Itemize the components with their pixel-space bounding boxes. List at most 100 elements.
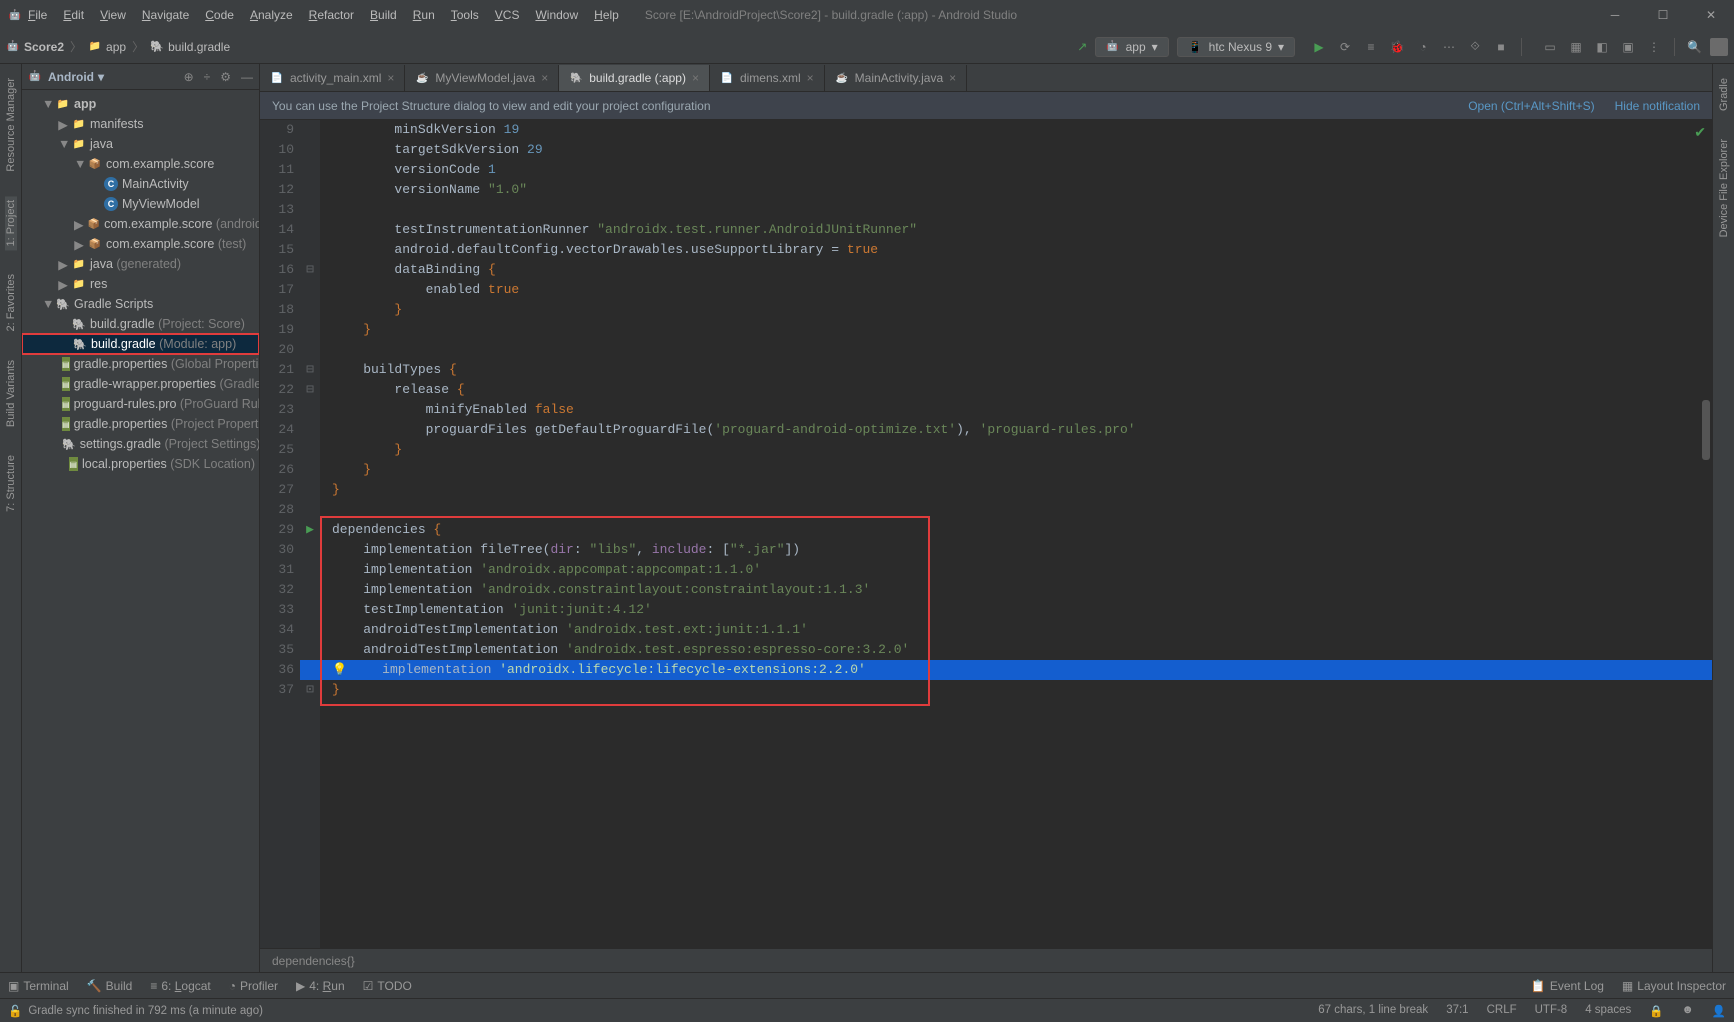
- close-tab-icon[interactable]: ×: [541, 71, 548, 85]
- run-config-select[interactable]: 🤖 app ▾: [1095, 37, 1169, 57]
- code-content[interactable]: implementation fileTree(dir: "libs", inc…: [320, 540, 1712, 560]
- fold-gutter[interactable]: ⊡: [300, 680, 320, 700]
- status-item[interactable]: UTF-8: [1535, 1004, 1568, 1018]
- more-icon[interactable]: ⋮: [1646, 39, 1662, 55]
- code-line-26[interactable]: 26 }: [260, 460, 1712, 480]
- tree-item-myviewmodel[interactable]: CMyViewModel: [22, 194, 259, 214]
- tree-item-gradle-properties[interactable]: ▤gradle.properties (Global Properties): [22, 354, 259, 374]
- code-line-23[interactable]: 23 minifyEnabled false: [260, 400, 1712, 420]
- bottom-tool-6-logcat[interactable]: ≡6: Logcat: [150, 979, 210, 993]
- bottom-tool-todo[interactable]: ☑TODO: [363, 979, 412, 993]
- code-line-10[interactable]: 10 targetSdkVersion 29: [260, 140, 1712, 160]
- settings-icon[interactable]: ⚙: [220, 70, 231, 84]
- tab-activity-main-xml[interactable]: 📄activity_main.xml×: [260, 65, 405, 91]
- breadcrumb[interactable]: 🤖 Score2 〉 📁 app 〉 🐘 build.gradle: [6, 38, 230, 55]
- tree-item-com-example-score[interactable]: ▶📦com.example.score (test): [22, 234, 259, 254]
- code-line-29[interactable]: 29▶dependencies {: [260, 520, 1712, 540]
- expand-arrow-icon[interactable]: ▶: [74, 217, 84, 232]
- bottom-tool-terminal[interactable]: ▣Terminal: [8, 979, 69, 993]
- menu-edit[interactable]: Edit: [57, 5, 90, 25]
- hide-notification-link[interactable]: Hide notification: [1615, 99, 1700, 113]
- expand-icon[interactable]: ÷: [204, 70, 211, 84]
- menu-vcs[interactable]: VCS: [489, 5, 526, 25]
- code-content[interactable]: minifyEnabled false: [320, 400, 1712, 420]
- tab-myviewmodel-java[interactable]: ☕MyViewModel.java×: [405, 65, 559, 91]
- tool-build-variants[interactable]: Build Variants: [5, 356, 17, 431]
- expand-arrow-icon[interactable]: ▼: [42, 97, 52, 111]
- fold-gutter[interactable]: ▶: [300, 520, 320, 540]
- expand-arrow-icon[interactable]: ▼: [58, 137, 68, 151]
- code-line-33[interactable]: 33 testImplementation 'junit:junit:4.12': [260, 600, 1712, 620]
- expand-arrow-icon[interactable]: ▶: [58, 277, 68, 292]
- code-line-21[interactable]: 21⊟ buildTypes {: [260, 360, 1712, 380]
- code-line-34[interactable]: 34 androidTestImplementation 'androidx.t…: [260, 620, 1712, 640]
- apply-changes-icon[interactable]: ⟳: [1337, 39, 1353, 55]
- code-content[interactable]: targetSdkVersion 29: [320, 140, 1712, 160]
- code-content[interactable]: implementation 'androidx.constraintlayou…: [320, 580, 1712, 600]
- bottom-tool-layout-inspector[interactable]: ▦Layout Inspector: [1622, 979, 1726, 993]
- code-content[interactable]: minSdkVersion 19: [320, 120, 1712, 140]
- run-gutter-icon[interactable]: ▶: [306, 522, 314, 537]
- stop-button[interactable]: ■: [1493, 39, 1509, 55]
- menu-navigate[interactable]: Navigate: [136, 5, 195, 25]
- bottom-tool-4-run[interactable]: ▶4: Run: [296, 979, 345, 993]
- sync-icon[interactable]: ↘: [1075, 41, 1089, 51]
- code-line-30[interactable]: 30 implementation fileTree(dir: "libs", …: [260, 540, 1712, 560]
- search-icon[interactable]: 🔍: [1687, 40, 1702, 54]
- code-line-32[interactable]: 32 implementation 'androidx.constraintla…: [260, 580, 1712, 600]
- fold-gutter[interactable]: ⊟: [300, 380, 320, 400]
- tool-2-favorites[interactable]: 2: Favorites: [5, 270, 17, 335]
- code-line-14[interactable]: 14 testInstrumentationRunner "androidx.t…: [260, 220, 1712, 240]
- expand-arrow-icon[interactable]: ▼: [42, 297, 52, 311]
- expand-arrow-icon[interactable]: ▶: [74, 237, 84, 252]
- code-content[interactable]: }: [320, 320, 1712, 340]
- code-content[interactable]: }: [320, 460, 1712, 480]
- run-button[interactable]: ▶: [1311, 39, 1327, 55]
- menu-analyze[interactable]: Analyze: [244, 5, 299, 25]
- menu-refactor[interactable]: Refactor: [303, 5, 360, 25]
- expand-arrow-icon[interactable]: ▶: [58, 117, 68, 132]
- maximize-button[interactable]: ☐: [1648, 8, 1678, 22]
- menu-run[interactable]: Run: [407, 5, 441, 25]
- debug-button[interactable]: 🐞: [1389, 39, 1405, 55]
- code-line-19[interactable]: 19 }: [260, 320, 1712, 340]
- code-content[interactable]: implementation 'androidx.appcompat:appco…: [320, 560, 1712, 580]
- attach-debugger-icon[interactable]: ⋯: [1441, 39, 1457, 55]
- code-content[interactable]: testInstrumentationRunner "androidx.test…: [320, 220, 1712, 240]
- code-content[interactable]: testImplementation 'junit:junit:4.12': [320, 600, 1712, 620]
- close-tab-icon[interactable]: ×: [807, 71, 814, 85]
- code-line-31[interactable]: 31 implementation 'androidx.appcompat:ap…: [260, 560, 1712, 580]
- close-tab-icon[interactable]: ×: [692, 71, 699, 85]
- code-line-11[interactable]: 11 versionCode 1: [260, 160, 1712, 180]
- lock-icon[interactable]: 🔓: [8, 1004, 22, 1018]
- menu-file[interactable]: File: [22, 5, 53, 25]
- expand-arrow-icon[interactable]: ▼: [74, 157, 84, 171]
- tab-mainactivity-java[interactable]: ☕MainActivity.java×: [825, 65, 968, 91]
- layout-icon[interactable]: ▣: [1620, 39, 1636, 55]
- hide-panel-icon[interactable]: —: [241, 70, 253, 84]
- tree-item-java[interactable]: ▼📁java: [22, 134, 259, 154]
- code-content[interactable]: buildTypes {: [320, 360, 1712, 380]
- code-editor[interactable]: ✔ 9 minSdkVersion 1910 targetSdkVersion …: [260, 120, 1712, 948]
- tree-item-gradle-scripts[interactable]: ▼🐘Gradle Scripts: [22, 294, 259, 314]
- open-project-structure-link[interactable]: Open (Ctrl+Alt+Shift+S): [1468, 99, 1594, 113]
- code-content[interactable]: 💡 implementation 'androidx.lifecycle:lif…: [320, 660, 1712, 680]
- status-item[interactable]: 4 spaces: [1585, 1004, 1631, 1018]
- menu-view[interactable]: View: [94, 5, 132, 25]
- code-content[interactable]: androidTestImplementation 'androidx.test…: [320, 640, 1712, 660]
- status-item[interactable]: 67 chars, 1 line break: [1318, 1004, 1428, 1018]
- tool-device-file-explorer[interactable]: Device File Explorer: [1718, 135, 1730, 241]
- tree-item-com-example-score[interactable]: ▼📦com.example.score: [22, 154, 259, 174]
- status-item[interactable]: 37:1: [1446, 1004, 1468, 1018]
- tree-item-java[interactable]: ▶📁java (generated): [22, 254, 259, 274]
- bottom-tool-build[interactable]: 🔨Build: [87, 979, 133, 993]
- code-line-35[interactable]: 35 androidTestImplementation 'androidx.t…: [260, 640, 1712, 660]
- tool-gradle[interactable]: Gradle: [1718, 74, 1730, 115]
- tree-item-com-example-score[interactable]: ▶📦com.example.score (androidTest): [22, 214, 259, 234]
- minimize-button[interactable]: ─: [1600, 8, 1630, 22]
- tool-resource-manager[interactable]: Resource Manager: [5, 74, 17, 176]
- menu-help[interactable]: Help: [588, 5, 625, 25]
- close-button[interactable]: ✕: [1696, 8, 1726, 22]
- code-content[interactable]: proguardFiles getDefaultProguardFile('pr…: [320, 420, 1712, 440]
- tree-item-gradle-properties[interactable]: ▤gradle.properties (Project Properties): [22, 414, 259, 434]
